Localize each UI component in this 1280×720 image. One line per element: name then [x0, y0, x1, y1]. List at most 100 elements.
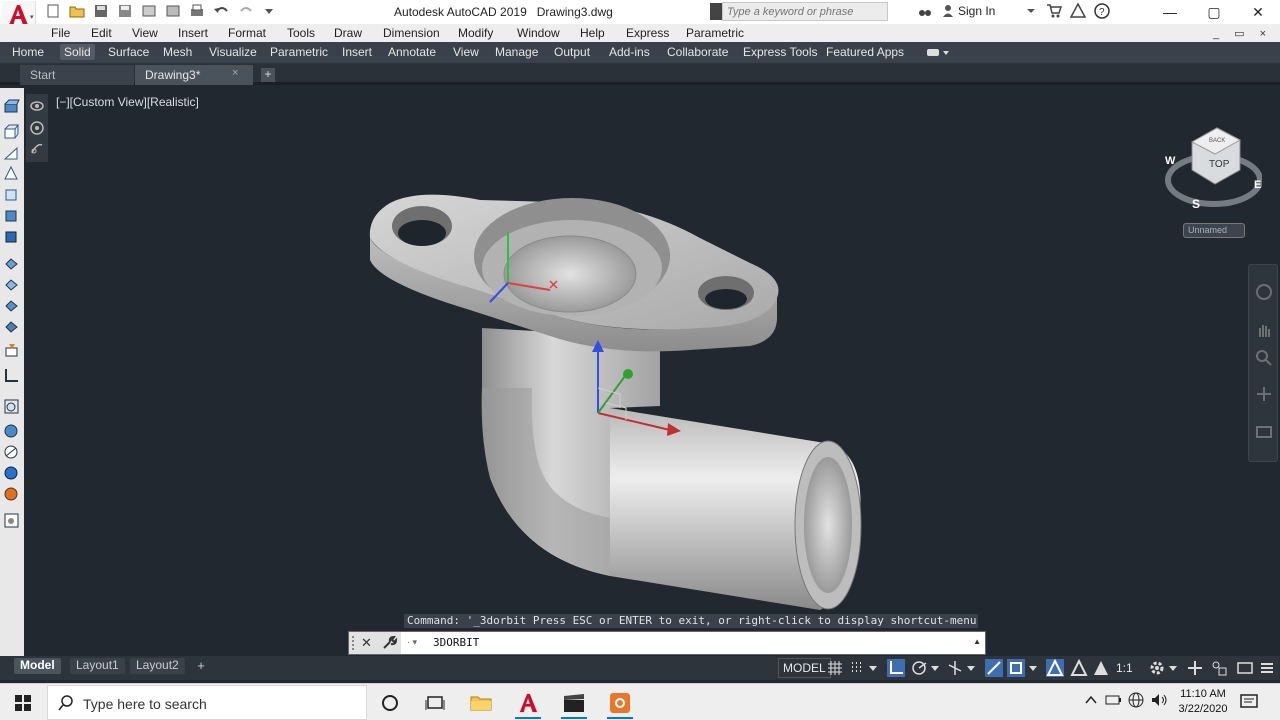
tab-start[interactable]: Start [20, 65, 134, 85]
tab-mesh[interactable]: Mesh [163, 45, 192, 59]
menu-help[interactable]: Help [580, 26, 605, 40]
clean-screen-icon[interactable] [1236, 659, 1254, 677]
loft-icon[interactable] [3, 317, 20, 334]
tab-home[interactable]: Home [12, 45, 44, 59]
tab-manage[interactable]: Manage [495, 45, 538, 59]
dropdown-arrow-icon[interactable] [1024, 3, 1038, 17]
torus-icon[interactable] [3, 228, 20, 245]
tab-visualize[interactable]: Visualize [209, 45, 257, 59]
file-explorer-button[interactable] [464, 687, 498, 719]
steering-wheel-icon[interactable] [1255, 283, 1273, 301]
intersect-icon[interactable] [3, 444, 20, 461]
customization-menu-icon[interactable] [1258, 659, 1276, 677]
ucs-icon[interactable] [3, 367, 20, 384]
tab-featured-apps[interactable]: Featured Apps [826, 45, 904, 59]
snap-dropdown-icon[interactable] [868, 659, 878, 677]
save-icon[interactable] [92, 2, 110, 20]
menu-dimension[interactable]: Dimension [383, 26, 440, 40]
viewcube-back-label[interactable]: BACK [1209, 138, 1225, 144]
polar-tracking-icon[interactable] [910, 659, 928, 677]
sphere-icon[interactable] [3, 186, 20, 203]
orbit-nav-icon[interactable] [1255, 385, 1273, 403]
redo-icon[interactable] [236, 2, 254, 20]
save-as-icon[interactable] [116, 2, 134, 20]
compass-west[interactable]: W [1165, 155, 1176, 167]
help-icon[interactable]: ? [1094, 3, 1110, 19]
tab-solid[interactable]: Solid [60, 44, 95, 60]
ucs-menu[interactable]: Unnamed [1183, 223, 1245, 238]
pan-icon[interactable] [1255, 321, 1273, 339]
start-button[interactable] [0, 684, 46, 720]
command-input[interactable] [433, 636, 933, 649]
wedge-icon[interactable] [3, 144, 20, 161]
menu-parametric[interactable]: Parametric [686, 26, 744, 40]
continuous-orbit-icon[interactable] [29, 141, 45, 157]
viewcube-top-label[interactable]: TOP [1209, 159, 1230, 170]
osnap-dropdown-icon[interactable] [1028, 659, 1038, 677]
video-editor-taskbar-button[interactable] [557, 687, 591, 719]
close-window-button[interactable]: ✕ [1236, 0, 1280, 24]
object-snap-icon[interactable] [1007, 659, 1025, 677]
cart-icon[interactable] [1046, 3, 1062, 19]
union-icon[interactable] [3, 398, 20, 415]
tab-express-tools[interactable]: Express Tools [743, 45, 817, 59]
orbit-icon[interactable] [29, 98, 45, 114]
annotation-visibility-icon[interactable] [1046, 659, 1064, 677]
action-center-icon[interactable] [1240, 693, 1258, 711]
cylinder-icon[interactable] [3, 207, 20, 224]
menu-express[interactable]: Express [626, 26, 669, 40]
add-icon[interactable] [1186, 659, 1204, 677]
command-history-toggle-icon[interactable]: ▲ [973, 637, 981, 646]
recent-commands-icon[interactable]: · ▾ [407, 637, 417, 648]
drawing-window-controls[interactable]: _ ▭ × [1213, 27, 1272, 40]
presspull-icon[interactable] [3, 342, 20, 359]
plot-icon[interactable] [188, 2, 206, 20]
isodraft-dropdown-icon[interactable] [966, 659, 976, 677]
tab-layout1[interactable]: Layout1 [70, 658, 125, 674]
cone-icon[interactable] [3, 165, 20, 182]
thicken-icon[interactable] [3, 512, 20, 529]
showmotion-icon[interactable] [1255, 423, 1273, 441]
screen-recorder-taskbar-button[interactable] [603, 687, 637, 719]
interfere-icon[interactable] [3, 465, 20, 482]
model-space-button[interactable]: MODEL [778, 658, 831, 678]
ribbon-minimize-icon[interactable] [926, 47, 950, 59]
close-tab-icon[interactable]: × [232, 67, 238, 79]
menu-insert[interactable]: Insert [178, 26, 208, 40]
battery-icon[interactable] [1105, 692, 1121, 708]
sign-in-button[interactable]: Sign In [918, 4, 995, 18]
grip-handle[interactable] [352, 636, 356, 650]
isolate-objects-icon[interactable] [1210, 659, 1228, 677]
new-layout-button[interactable]: + [193, 658, 209, 674]
object-snap-tracking-icon[interactable] [985, 659, 1003, 677]
workspace-dropdown-icon[interactable] [1168, 659, 1178, 677]
customize-qat-icon[interactable] [260, 2, 278, 20]
new-tab-button[interactable]: + [261, 68, 275, 82]
snap-mode-icon[interactable] [848, 659, 866, 677]
menu-tools[interactable]: Tools [287, 26, 315, 40]
menu-draw[interactable]: Draw [334, 26, 362, 40]
sweep-icon[interactable] [3, 296, 20, 313]
network-globe-icon[interactable] [1128, 692, 1144, 708]
ortho-mode-icon[interactable] [887, 659, 905, 677]
zoom-extents-icon[interactable] [1255, 349, 1273, 367]
menu-modify[interactable]: Modify [458, 26, 493, 40]
grid-icon[interactable] [826, 659, 844, 677]
search-expand-arrow[interactable] [710, 3, 722, 20]
free-orbit-icon[interactable] [29, 120, 45, 136]
volume-icon[interactable] [1151, 692, 1169, 708]
tab-collaborate[interactable]: Collaborate [667, 45, 728, 59]
task-view-button[interactable] [418, 687, 452, 719]
compass-south[interactable]: S [1192, 197, 1200, 211]
box-icon[interactable] [3, 123, 20, 140]
search-input[interactable] [722, 2, 888, 21]
tab-model[interactable]: Model [14, 658, 61, 674]
open-folder-icon[interactable] [68, 2, 86, 20]
minimize-button[interactable]: — [1148, 0, 1192, 24]
close-command-line-icon[interactable]: ✕ [361, 635, 372, 651]
workspace-gear-icon[interactable] [1148, 659, 1166, 677]
maximize-button[interactable]: ▢ [1192, 0, 1236, 24]
system-clock[interactable]: 11:10 AM 3/22/2020 [1172, 687, 1234, 717]
tab-surface[interactable]: Surface [108, 45, 149, 59]
revolve-icon[interactable] [3, 275, 20, 292]
